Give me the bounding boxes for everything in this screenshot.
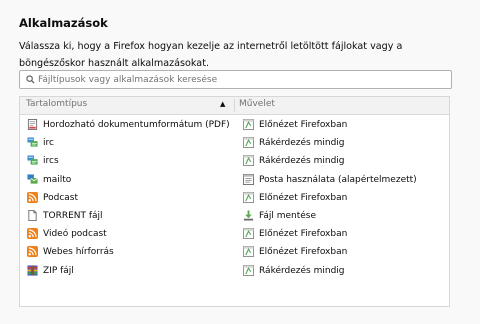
column-header-action[interactable]: Művelet <box>239 99 275 109</box>
action-cell[interactable]: Előnézet Firefoxban <box>243 245 347 259</box>
content-type-cell: mailto <box>27 173 71 187</box>
content-type-label: ircs <box>43 156 59 167</box>
section-heading: Alkalmazások <box>19 16 108 30</box>
content-type-label: Hordozható dokumentumformátum (PDF) <box>43 120 230 130</box>
ask-icon <box>243 264 259 276</box>
action-cell[interactable]: Fájl mentése <box>243 209 316 223</box>
action-label: Rákérdezés mindig <box>259 265 345 276</box>
file-icon <box>27 210 43 221</box>
action-label: Posta használata (alapértelmezett) <box>259 174 417 185</box>
preview-icon <box>243 119 259 130</box>
chat-icon <box>27 155 43 166</box>
table-header: Tartalomtípus ▲ Művelet <box>20 97 449 115</box>
content-type-label: irc <box>43 138 54 149</box>
content-type-label: Podcast <box>43 192 79 203</box>
preview-icon <box>243 246 259 258</box>
archive-icon <box>27 265 43 276</box>
content-type-cell: Podcast <box>27 191 78 205</box>
column-divider[interactable] <box>234 99 235 112</box>
action-label: Rákérdezés mindig <box>259 156 345 167</box>
table-row[interactable]: Hordozható dokumentumformátum (PDF) Előné… <box>20 116 449 134</box>
action-cell[interactable]: Rákérdezés mindig <box>243 154 345 168</box>
content-type-label: TORRENT fájl <box>43 211 103 221</box>
feed-icon <box>27 246 43 258</box>
table-row[interactable]: mailto Posta használata (alapértelmezett) <box>20 171 449 189</box>
ask-icon <box>243 137 259 149</box>
feed-icon <box>27 191 43 203</box>
content-type-label: mailto <box>43 174 72 185</box>
content-type-cell: TORRENT fájl <box>27 209 103 223</box>
save-icon <box>243 210 259 221</box>
feed-icon <box>27 228 43 240</box>
table-row[interactable]: Podcast Előnézet Firefoxban <box>20 189 449 207</box>
table-row[interactable]: ZIP fájl Rákérdezés mindig <box>20 262 449 280</box>
content-type-cell: ZIP fájl <box>27 264 74 278</box>
section-description: Válassza ki, hogy a Firefox hogyan kezel… <box>19 41 403 69</box>
action-cell[interactable]: Előnézet Firefoxban <box>243 227 347 241</box>
action-label: Előnézet Firefoxban <box>259 229 348 240</box>
action-cell[interactable]: Előnézet Firefoxban <box>243 118 347 132</box>
table-row[interactable]: Webes hírforrás Előnézet Firefoxban <box>20 243 449 261</box>
action-label: Előnézet Firefoxban <box>259 120 348 130</box>
action-label: Előnézet Firefoxban <box>259 247 348 258</box>
content-type-cell: Hordozható dokumentumformátum (PDF) <box>27 118 230 132</box>
mail-icon <box>27 174 43 185</box>
action-label: Előnézet Firefoxban <box>259 192 348 203</box>
content-type-cell: Webes hírforrás <box>27 245 114 259</box>
search-input[interactable] <box>38 71 448 88</box>
preview-icon <box>243 228 259 240</box>
search-box[interactable] <box>19 70 452 89</box>
table-row[interactable]: ircs Rákérdezés mindig <box>20 152 449 170</box>
chat-icon <box>27 137 43 148</box>
action-cell[interactable]: Rákérdezés mindig <box>243 264 345 278</box>
applications-panel: Alkalmazások Válassza ki, hogy a Firefox… <box>0 0 480 324</box>
content-type-cell: Videó podcast <box>27 227 107 241</box>
ask-icon <box>243 155 259 167</box>
content-type-label: ZIP fájl <box>43 265 74 276</box>
action-cell[interactable]: Posta használata (alapértelmezett) <box>243 173 417 187</box>
column-header-content-type[interactable]: Tartalomtípus <box>26 99 87 109</box>
action-label: Fájl mentése <box>259 211 317 221</box>
content-type-cell: ircs <box>27 154 59 168</box>
applications-table: Tartalomtípus ▲ Művelet Hordozható dokum… <box>19 96 450 307</box>
action-cell[interactable]: Előnézet Firefoxban <box>243 191 347 205</box>
action-label: Rákérdezés mindig <box>259 138 345 149</box>
preview-icon <box>243 191 259 203</box>
content-type-label: Videó podcast <box>43 229 107 240</box>
table-row[interactable]: Videó podcast Előnézet Firefoxban <box>20 225 449 243</box>
app-icon <box>243 173 259 185</box>
table-row[interactable]: irc Rákérdezés mindig <box>20 134 449 152</box>
search-icon <box>26 75 35 84</box>
table-row[interactable]: TORRENT fájl Fájl mentése <box>20 207 449 225</box>
content-type-cell: irc <box>27 136 54 150</box>
action-cell[interactable]: Rákérdezés mindig <box>243 136 345 150</box>
pdf-icon <box>27 119 43 130</box>
sort-ascending-icon: ▲ <box>220 100 226 108</box>
content-type-label: Webes hírforrás <box>43 247 114 258</box>
